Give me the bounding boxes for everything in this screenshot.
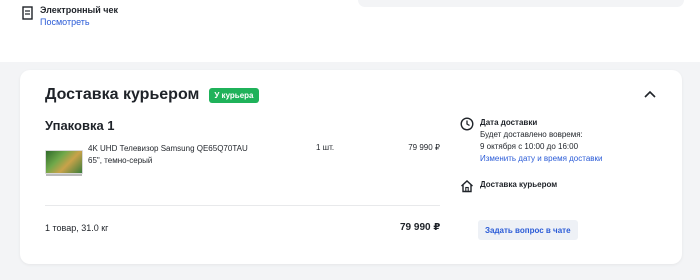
delivery-date-title: Дата доставки xyxy=(480,118,538,127)
order-summary: 1 товар, 31.0 кг xyxy=(45,223,109,233)
receipt-document-icon xyxy=(22,6,33,20)
courier-block: Доставка курьером xyxy=(460,179,670,193)
divider xyxy=(45,205,440,206)
status-badge: У курьера xyxy=(209,87,259,103)
delivery-title: Доставка курьером xyxy=(45,86,200,103)
package-title: Упаковка 1 xyxy=(45,118,115,133)
courier-title: Доставка курьером xyxy=(480,180,558,189)
delivery-on-time-text: Будет доставлено вовремя: xyxy=(480,130,583,139)
chevron-up-icon xyxy=(644,90,656,98)
product-price: 79 990 ₽ xyxy=(408,143,440,152)
product-row: 4K UHD Телевизор Samsung QE65Q70TAU 65",… xyxy=(45,143,440,183)
change-delivery-link[interactable]: Изменить дату и время доставки xyxy=(480,153,670,165)
receipt-title: Электронный чек xyxy=(40,5,119,15)
delivery-info: Дата доставки Будет доставлено вовремя: … xyxy=(460,117,670,193)
product-name[interactable]: 4K UHD Телевизор Samsung QE65Q70TAU 65",… xyxy=(88,143,258,167)
electronic-receipt: Электронный чек Посмотреть xyxy=(22,5,118,28)
order-total: 79 990 ₽ xyxy=(400,222,441,233)
clock-icon xyxy=(460,117,474,131)
delivery-header: Доставка курьером У курьера xyxy=(45,86,259,104)
product-thumbnail[interactable] xyxy=(45,150,83,176)
delivery-time-window: 9 октября с 10:00 до 16:00 xyxy=(480,142,579,151)
previous-card-edge xyxy=(358,0,684,7)
ask-in-chat-button[interactable]: Задать вопрос в чате xyxy=(478,220,578,240)
home-icon xyxy=(461,180,473,193)
view-receipt-link[interactable]: Посмотреть xyxy=(40,16,118,28)
collapse-button[interactable] xyxy=(642,86,658,102)
delivery-date-block: Дата доставки Будет доставлено вовремя: … xyxy=(460,117,670,165)
delivery-card: Доставка курьером У курьера Упаковка 1 4… xyxy=(20,70,682,264)
product-quantity: 1 шт. xyxy=(316,143,335,152)
